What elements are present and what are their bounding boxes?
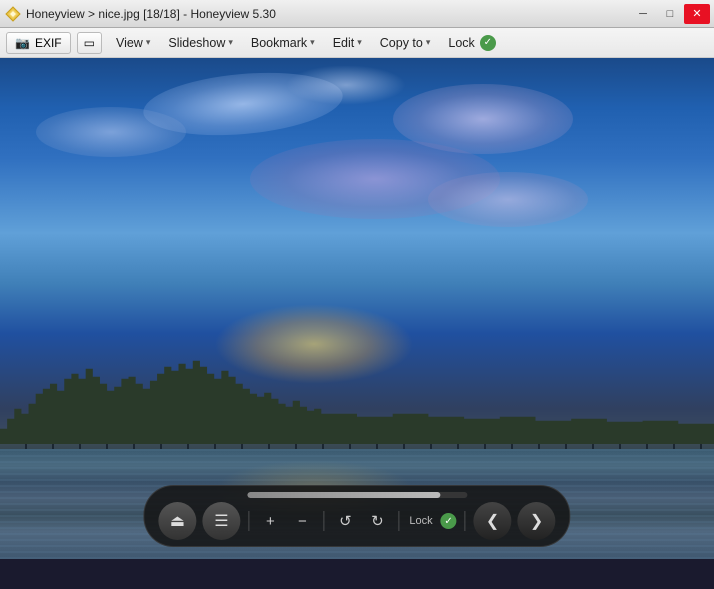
next-button[interactable]: ❯ (518, 502, 556, 540)
edit-menu[interactable]: Edit ▾ (325, 33, 370, 53)
rotate-right-button[interactable]: ↻ (364, 508, 390, 534)
minus-icon: − (298, 513, 307, 530)
window-title: Honeyview > nice.jpg [18/18] - Honeyview… (26, 7, 630, 21)
title-bar: Honeyview > nice.jpg [18/18] - Honeyview… (0, 0, 714, 28)
copyto-arrow-icon: ▾ (426, 37, 431, 48)
bookmark-menu[interactable]: Bookmark ▾ (243, 33, 323, 53)
window-controls: ─ □ ✕ (630, 4, 710, 24)
progress-bar-container[interactable] (247, 492, 467, 498)
exif-button[interactable]: 📷 EXIF (6, 32, 71, 54)
prev-button[interactable]: ❮ (474, 502, 512, 540)
lock-check-icon: ✓ (480, 35, 496, 51)
lock-checkmark-icon: ✓ (444, 516, 452, 527)
zoom-out-button[interactable]: − (289, 508, 315, 534)
toolbar-separator-2 (323, 511, 324, 531)
progress-row (158, 492, 555, 498)
view-icon: ▭ (84, 36, 95, 50)
minimize-button[interactable]: ─ (630, 4, 656, 24)
close-button[interactable]: ✕ (684, 4, 710, 24)
view-arrow-icon: ▾ (146, 37, 151, 48)
toolbar-separator-4 (465, 511, 466, 531)
rotate-left-icon: ↺ (339, 512, 352, 530)
menu-icon: ☰ (214, 511, 228, 531)
copyto-menu[interactable]: Copy to ▾ (372, 33, 439, 53)
toolbar-separator-1 (248, 511, 249, 531)
slideshow-menu[interactable]: Slideshow ▾ (160, 33, 241, 53)
controls-row: ⏏ ☰ + − ↺ ↻ Lock ✓ (158, 502, 555, 540)
image-display: ⏏ ☰ + − ↺ ↻ Lock ✓ (0, 58, 714, 559)
toolbar-separator-3 (398, 511, 399, 531)
city-buildings (0, 349, 714, 449)
cloud-6 (286, 65, 406, 105)
camera-icon: 📷 (15, 36, 30, 50)
zoom-in-button[interactable]: + (257, 508, 283, 534)
rotate-left-button[interactable]: ↺ (332, 508, 358, 534)
menu-button[interactable]: ☰ (202, 502, 240, 540)
rotate-right-icon: ↻ (371, 512, 384, 530)
view-menu[interactable]: View ▾ (108, 33, 158, 53)
maximize-button[interactable]: □ (657, 4, 683, 24)
lock-menu[interactable]: Lock ✓ (440, 32, 503, 54)
lock-check-button[interactable]: ✓ (441, 513, 457, 529)
app-icon (4, 5, 22, 23)
cloud-2 (36, 107, 186, 157)
slideshow-arrow-icon: ▾ (228, 37, 233, 48)
menu-bar: 📷 EXIF ▭ View ▾ Slideshow ▾ Bookmark ▾ E… (0, 28, 714, 58)
eject-button[interactable]: ⏏ (158, 502, 196, 540)
progress-bar-fill (247, 492, 441, 498)
bookmark-arrow-icon: ▾ (310, 37, 315, 48)
lock-text: Lock (409, 515, 432, 527)
prev-icon: ❮ (486, 511, 499, 531)
eject-icon: ⏏ (170, 511, 185, 531)
cityscape (0, 329, 714, 449)
next-icon: ❯ (530, 511, 543, 531)
edit-arrow-icon: ▾ (357, 37, 362, 48)
view-toggle-button[interactable]: ▭ (77, 32, 102, 54)
plus-icon: + (266, 513, 275, 530)
image-toolbar: ⏏ ☰ + − ↺ ↻ Lock ✓ (143, 485, 570, 547)
cloud-5 (428, 172, 588, 227)
